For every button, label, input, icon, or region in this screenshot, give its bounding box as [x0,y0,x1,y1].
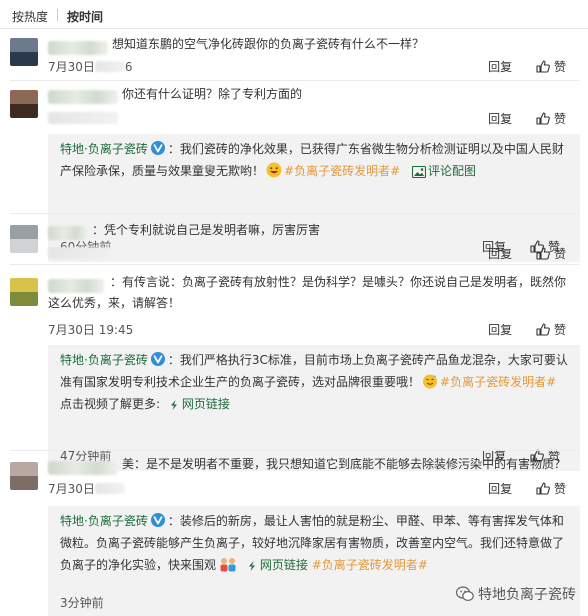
hashtag-link[interactable]: #负离子瓷砖发明者# [440,375,556,389]
blurred-username[interactable] [48,226,88,240]
reply-author-link[interactable]: 特地·负离子瓷砖 [60,353,148,367]
like-button[interactable]: 赞 [554,247,566,261]
reply-button[interactable]: 回复 [488,323,512,337]
blurred-username[interactable] [48,90,118,104]
comment-text: 你还有什么证明？除了专利方面的 [122,87,303,101]
wechat-icon [456,586,474,602]
comment-time: 7月30日 [48,480,125,497]
blurred-username[interactable] [48,41,108,55]
comment-text: ：凭个专利就说自己是发明者嘛，厉害厉害 [92,223,321,237]
reply-body: 特地·负离子瓷砖 ：我们严格执行3C标准，目前市场上负离子瓷砖产品鱼龙混杂，大家可… [60,352,568,411]
thumbs-up-icon[interactable] [536,247,550,260]
reply-body: 特地·负离子瓷砖 ：我们瓷砖的净化效果，已获得广东省微生物分析检测证明以及中国人民… [60,141,564,178]
comment-time: 7月30日 19:45 [48,323,134,337]
link-icon [246,560,258,572]
thumbs-up-icon[interactable] [536,482,550,495]
reply-time: 3分钟前 [60,596,104,610]
verified-badge-icon [151,141,165,155]
tab-divider [57,9,58,21]
reply-button[interactable]: 回复 [488,60,512,74]
comment-actions: 回复 赞 [488,321,566,338]
watermark-text: 特地负离子瓷砖 [478,587,576,603]
web-link[interactable]: 网页链接 [182,397,230,411]
grinning-face-emoji-icon [266,162,282,178]
sort-by-time-tab[interactable]: 按时间 [67,8,103,25]
reply-button[interactable]: 回复 [488,247,512,261]
comment-text: 美：是不是发明者不重要，我只想知道它到底能不能够去除装修污染中的有害物质？ [122,457,567,471]
reply-button[interactable]: 回复 [488,112,512,126]
thumbs-up-icon[interactable] [536,112,550,125]
thumbs-up-icon[interactable] [536,60,550,73]
comment-actions: 回复 赞 [488,110,566,127]
comment-text: 想知道东鹏的空气净化砖跟你的负离子瓷砖有什么不一样？ [112,37,425,51]
avatar[interactable] [10,90,38,118]
like-button[interactable]: 赞 [554,323,566,337]
people-emoji-icon [220,558,236,572]
brand-reply: 特地·负离子瓷砖 ：我们瓷砖的净化效果，已获得广东省微生物分析检测证明以及中国人民… [48,134,580,262]
avatar[interactable] [10,278,38,306]
reply-author-link[interactable]: 特地·负离子瓷砖 [60,142,148,156]
reply-author-link[interactable]: 特地·负离子瓷砖 [60,514,148,528]
verified-badge-icon [151,513,165,527]
avatar[interactable] [10,38,38,66]
like-button[interactable]: 赞 [554,60,566,74]
divider [10,213,580,214]
divider [10,80,580,81]
comment-text: ：有传言说：负离子瓷砖有放射性？是伪科学？是噱头？你还说自己是发明者，既然你这么… [48,275,567,310]
divider [10,450,580,451]
blurred-timestamp [48,247,118,259]
avatar[interactable] [10,462,38,490]
reply-body: 特地·负离子瓷砖 ：装修后的新房，最让人害怕的就是粉尘、甲醛、甲苯、等有害挥发气体… [60,513,565,572]
avatar[interactable] [10,225,38,253]
sweat-smile-emoji-icon [423,374,438,389]
like-button[interactable]: 赞 [554,482,566,496]
hashtag-link[interactable]: #负离子瓷砖发明者# [284,164,400,178]
comment-actions: 回复 赞 [488,245,566,262]
sort-bar: 按热度 按时间 [0,0,588,28]
comment-image-link[interactable]: 评论配图 [428,164,476,178]
blurred-username[interactable] [48,461,118,475]
wechat-watermark: 特地负离子瓷砖 [456,584,576,604]
verified-badge-icon [151,352,165,366]
sort-by-hot-tab[interactable]: 按热度 [12,8,48,25]
image-icon [412,166,426,178]
blurred-timestamp [48,112,118,124]
link-icon [168,399,180,411]
divider [10,264,580,265]
comment-actions: 回复 赞 [488,58,566,75]
like-button[interactable]: 赞 [554,112,566,126]
thumbs-up-icon[interactable] [536,323,550,336]
comment-time: 7月30日 6 [48,60,133,74]
brand-reply: 特地·负离子瓷砖 ：我们严格执行3C标准，目前市场上负离子瓷砖产品鱼龙混杂，大家可… [48,345,580,471]
reply-button[interactable]: 回复 [488,482,512,496]
divider [0,28,588,29]
hashtag-link[interactable]: #负离子瓷砖发明者# [312,558,428,572]
comment-actions: 回复 赞 [488,480,566,497]
web-link[interactable]: 网页链接 [260,558,308,572]
